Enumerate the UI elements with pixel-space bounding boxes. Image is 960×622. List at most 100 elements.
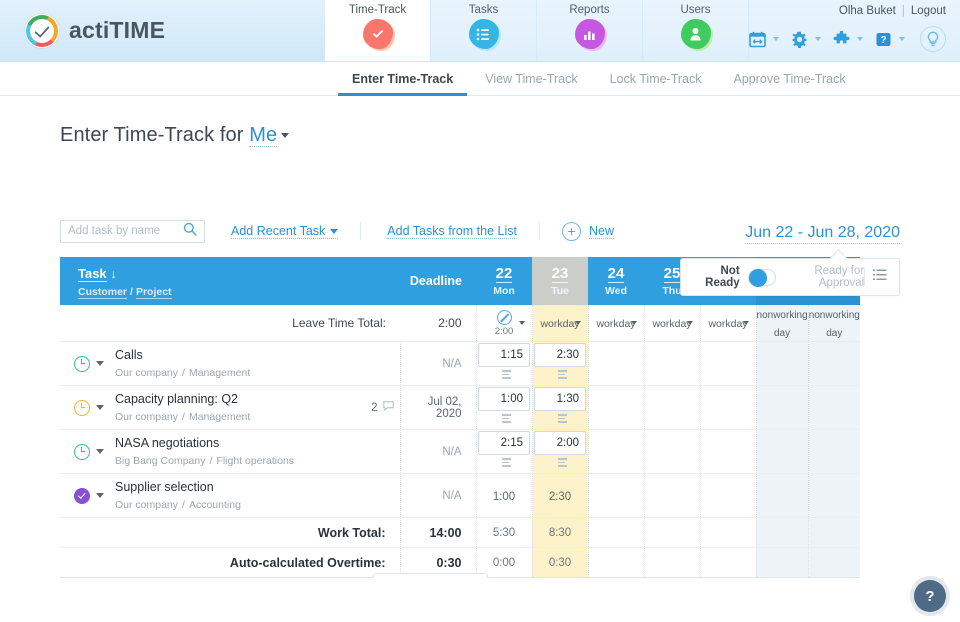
- time-cell-r1-d24[interactable]: [588, 342, 644, 386]
- note-icon[interactable]: [558, 370, 567, 381]
- tab-view-time-track[interactable]: View Time-Track: [469, 62, 593, 95]
- leave-time-cell-24-caret-icon[interactable]: [631, 321, 637, 325]
- gear-dropdown-caret[interactable]: [815, 37, 821, 41]
- gear-icon[interactable]: [788, 28, 810, 50]
- logo-panel[interactable]: actiTIME: [0, 0, 325, 61]
- leave-time-cell-26[interactable]: workday: [700, 305, 756, 342]
- user-separator: |: [902, 5, 905, 17]
- clock-icon-green[interactable]: [74, 356, 90, 372]
- time-cell-r3-d27[interactable]: [756, 430, 808, 474]
- leave-time-cell-25-caret-icon[interactable]: [687, 321, 693, 325]
- clock-icon-green[interactable]: [74, 444, 90, 460]
- logout-link[interactable]: Logout: [911, 5, 946, 17]
- check-circle-icon-purple[interactable]: [74, 488, 90, 504]
- list-lines-icon[interactable]: [873, 268, 887, 286]
- row-menu-caret-icon[interactable]: [96, 449, 104, 454]
- nav-tab-reports[interactable]: Reports: [537, 0, 643, 61]
- time-cell-r1-d23[interactable]: [532, 342, 588, 386]
- note-icon[interactable]: [502, 414, 511, 425]
- time-cell-r3-d22[interactable]: [476, 430, 532, 474]
- plus-circle-icon[interactable]: +: [562, 222, 581, 241]
- time-cell-r3-d24[interactable]: [588, 430, 644, 474]
- time-cell-r2-d24[interactable]: [588, 386, 644, 430]
- time-cell-r1-d25[interactable]: [644, 342, 700, 386]
- toolbar-divider-1: [360, 222, 361, 240]
- leave-time-cell-26-caret-icon[interactable]: [743, 321, 749, 325]
- time-cell-r2-d22[interactable]: [476, 386, 532, 430]
- leave-time-cell-23-caret-icon[interactable]: [575, 321, 581, 325]
- time-cell-r2-d27[interactable]: [756, 386, 808, 430]
- clock-icon-orange[interactable]: [74, 400, 90, 416]
- user-scope-caret-icon[interactable]: [281, 133, 289, 138]
- nav-tab-users[interactable]: Users: [643, 0, 749, 61]
- header-customer-label[interactable]: Customer: [78, 286, 127, 299]
- tab-approve-time-track[interactable]: Approve Time-Track: [718, 62, 862, 95]
- header-day-23[interactable]: 23 Tue: [532, 257, 588, 305]
- time-input[interactable]: [478, 387, 530, 411]
- nav-tab-time-track[interactable]: Time-Track: [325, 0, 431, 61]
- time-cell-r1-d27[interactable]: [756, 342, 808, 386]
- leave-time-cell-22-caret-icon[interactable]: [519, 321, 525, 325]
- tab-enter-time-track[interactable]: Enter Time-Track: [336, 62, 469, 95]
- question-dropdown-caret[interactable]: [899, 37, 905, 41]
- time-input[interactable]: [534, 431, 586, 455]
- leave-time-cell-28-value: nonworking day: [809, 310, 860, 339]
- leave-time-cell-23[interactable]: workday: [532, 305, 588, 342]
- note-icon[interactable]: [502, 370, 511, 381]
- header-task-sub: Customer/Project: [78, 286, 400, 298]
- time-cell-r2-d23[interactable]: [532, 386, 588, 430]
- puzzle-icon[interactable]: [830, 28, 852, 50]
- leave-time-cell-24[interactable]: workday: [588, 305, 644, 342]
- time-input[interactable]: [478, 343, 530, 367]
- time-cell-r1-d22[interactable]: [476, 342, 532, 386]
- header-task-label[interactable]: Task: [78, 266, 107, 282]
- time-cell-r1-d26[interactable]: [700, 342, 756, 386]
- add-tasks-from-list-link[interactable]: Add Tasks from the List: [387, 224, 517, 239]
- search-box[interactable]: [60, 220, 205, 243]
- search-icon[interactable]: [183, 222, 197, 241]
- header-deadline[interactable]: Deadline: [400, 257, 476, 305]
- calendar-dropdown-caret[interactable]: [773, 37, 779, 41]
- user-scope-link[interactable]: Me: [249, 124, 277, 147]
- task-name[interactable]: Calls: [115, 348, 250, 364]
- task-name[interactable]: Capacity planning: Q2: [115, 392, 250, 408]
- add-recent-task-link[interactable]: Add Recent Task: [231, 224, 338, 239]
- time-cell-r3-d26[interactable]: [700, 430, 756, 474]
- time-cell-r2-d25[interactable]: [644, 386, 700, 430]
- note-icon[interactable]: [502, 458, 511, 469]
- task-name[interactable]: NASA negotiations: [115, 436, 294, 452]
- time-cell-r1-d28[interactable]: [808, 342, 860, 386]
- time-cell-r2-d28[interactable]: [808, 386, 860, 430]
- sort-arrow-icon[interactable]: ↓: [111, 267, 117, 281]
- leave-time-cell-22[interactable]: 2:00: [476, 305, 532, 342]
- approval-toggle[interactable]: [748, 269, 776, 286]
- comment-icon[interactable]: [383, 401, 394, 414]
- time-input[interactable]: [534, 387, 586, 411]
- search-input[interactable]: [68, 225, 183, 237]
- help-button[interactable]: ?: [914, 580, 946, 612]
- row-menu-caret-icon[interactable]: [96, 361, 104, 366]
- note-icon[interactable]: [558, 458, 567, 469]
- time-cell-r3-d28[interactable]: [808, 430, 860, 474]
- time-cell-r3-d25[interactable]: [644, 430, 700, 474]
- lightbulb-icon[interactable]: [920, 26, 946, 52]
- row-menu-caret-icon[interactable]: [96, 493, 104, 498]
- tab-lock-time-track[interactable]: Lock Time-Track: [594, 62, 718, 95]
- date-range-picker[interactable]: Jun 22 - Jun 28, 2020: [745, 224, 900, 244]
- time-cell-r3-d23[interactable]: [532, 430, 588, 474]
- leave-time-cell-25[interactable]: workday: [644, 305, 700, 342]
- time-input[interactable]: [478, 431, 530, 455]
- row-menu-caret-icon[interactable]: [96, 405, 104, 410]
- header-day-22[interactable]: 22 Mon: [476, 257, 532, 305]
- puzzle-dropdown-caret[interactable]: [857, 37, 863, 41]
- header-project-label[interactable]: Project: [136, 286, 172, 299]
- task-name[interactable]: Supplier selection: [115, 480, 241, 496]
- question-icon[interactable]: ?: [872, 28, 894, 50]
- nav-tab-tasks[interactable]: Tasks: [431, 0, 537, 61]
- leave-time-total-value: 2:00: [400, 305, 476, 342]
- task-comment-count-cell[interactable]: 2: [355, 386, 400, 430]
- note-icon[interactable]: [558, 414, 567, 425]
- calendar-icon[interactable]: [746, 28, 768, 50]
- time-cell-r2-d26[interactable]: [700, 386, 756, 430]
- time-input[interactable]: [534, 343, 586, 367]
